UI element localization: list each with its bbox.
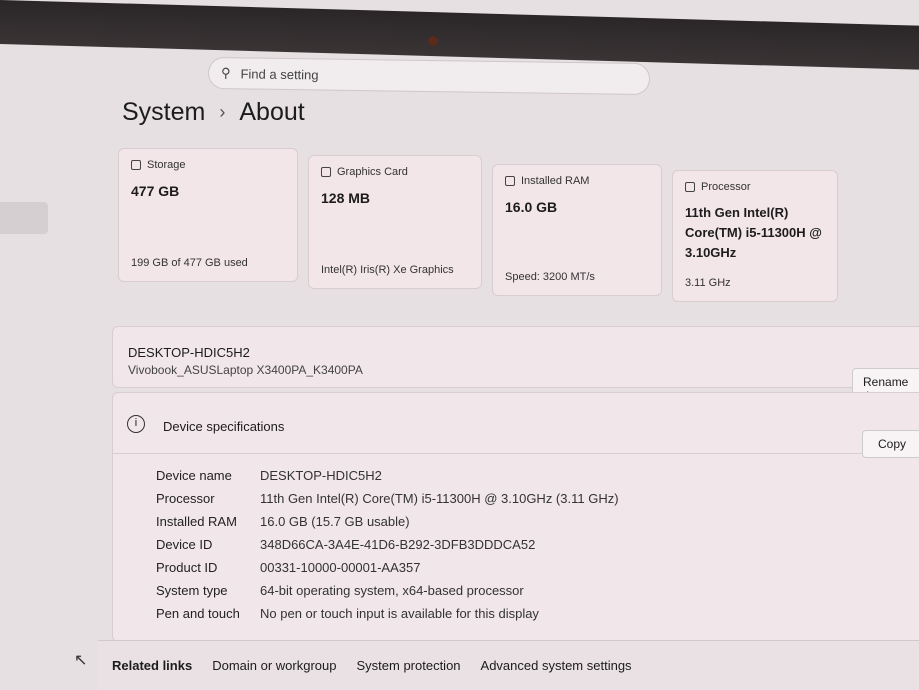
storage-card[interactable]: Storage 477 GB 199 GB of 477 GB used bbox=[118, 148, 298, 282]
card-footer: Speed: 3200 MT/s bbox=[505, 271, 595, 283]
card-value: 16.0 GB bbox=[505, 199, 558, 215]
card-footer: Intel(R) Iris(R) Xe Graphics bbox=[321, 264, 454, 276]
search-placeholder: Find a setting bbox=[240, 65, 319, 82]
processor-card[interactable]: Processor 11th Gen Intel(R) Core(TM) i5-… bbox=[672, 170, 838, 302]
link-advanced-system-settings[interactable]: Advanced system settings bbox=[481, 658, 632, 673]
card-label: Storage bbox=[147, 159, 186, 171]
link-domain-workgroup[interactable]: Domain or workgroup bbox=[212, 658, 336, 673]
camera bbox=[428, 36, 438, 46]
chevron-right-icon: › bbox=[219, 102, 226, 122]
card-label: Processor bbox=[701, 181, 751, 193]
spec-row: Device ID 348D66CA-3A4E-41D6-B292-3DFB3DD… bbox=[156, 537, 536, 552]
device-model: Vivobook_ASUSLaptop X3400PA_K3400PA bbox=[128, 363, 363, 377]
processor-icon bbox=[685, 182, 695, 192]
related-links-title: Related links bbox=[112, 658, 193, 673]
spec-row: Product ID 00331-10000-00001-AA357 bbox=[156, 560, 421, 575]
card-value: 128 MB bbox=[321, 190, 371, 206]
card-label: Graphics Card bbox=[337, 166, 408, 178]
breadcrumb: System › About bbox=[122, 98, 305, 127]
spec-row: Processor 11th Gen Intel(R) Core(TM) i5-1… bbox=[156, 491, 619, 506]
link-system-protection[interactable]: System protection bbox=[356, 658, 460, 673]
info-icon: i bbox=[127, 415, 145, 433]
card-footer: 199 GB of 477 GB used bbox=[131, 257, 248, 269]
graphics-card-icon bbox=[321, 167, 331, 177]
sidebar-selected-item[interactable] bbox=[0, 202, 48, 234]
search-input[interactable]: ⚲ Find a setting bbox=[207, 56, 651, 96]
divider bbox=[113, 453, 919, 454]
card-value: 477 GB bbox=[131, 183, 180, 199]
device-name: DESKTOP-HDIC5H2 bbox=[128, 345, 250, 360]
spec-row: Pen and touch No pen or touch input is av… bbox=[156, 606, 539, 621]
search-icon: ⚲ bbox=[220, 65, 231, 81]
related-links: Related links Domain or workgroup System… bbox=[98, 640, 919, 690]
spec-row: Installed RAM 16.0 GB (15.7 GB usable) bbox=[156, 514, 410, 529]
section-title[interactable]: Device specifications bbox=[163, 419, 284, 434]
copy-button[interactable]: Copy bbox=[862, 430, 919, 458]
card-value: 11th Gen Intel(R) Core(TM) i5-11300H @ 3… bbox=[685, 205, 822, 260]
card-footer: 3.11 GHz bbox=[685, 277, 731, 289]
specs-table: Device name DESKTOP-HDIC5H2 Processor 11th… bbox=[156, 464, 619, 625]
graphics-card-card[interactable]: Graphics Card 128 MB Intel(R) Iris(R) Xe… bbox=[308, 155, 482, 289]
mouse-cursor-icon: ↖ bbox=[74, 652, 88, 669]
device-name-panel: DESKTOP-HDIC5H2 Vivobook_ASUSLaptop X340… bbox=[112, 326, 919, 388]
breadcrumb-system[interactable]: System bbox=[122, 98, 205, 127]
spec-row: Device name DESKTOP-HDIC5H2 bbox=[156, 468, 382, 483]
storage-icon bbox=[131, 160, 141, 170]
ram-card[interactable]: Installed RAM 16.0 GB Speed: 3200 MT/s bbox=[492, 164, 662, 296]
ram-icon bbox=[505, 176, 515, 186]
card-label: Installed RAM bbox=[521, 175, 590, 187]
screen-bezel bbox=[0, 0, 919, 70]
page-title: About bbox=[239, 98, 305, 126]
spec-row: System type 64-bit operating system, x64-… bbox=[156, 583, 524, 598]
